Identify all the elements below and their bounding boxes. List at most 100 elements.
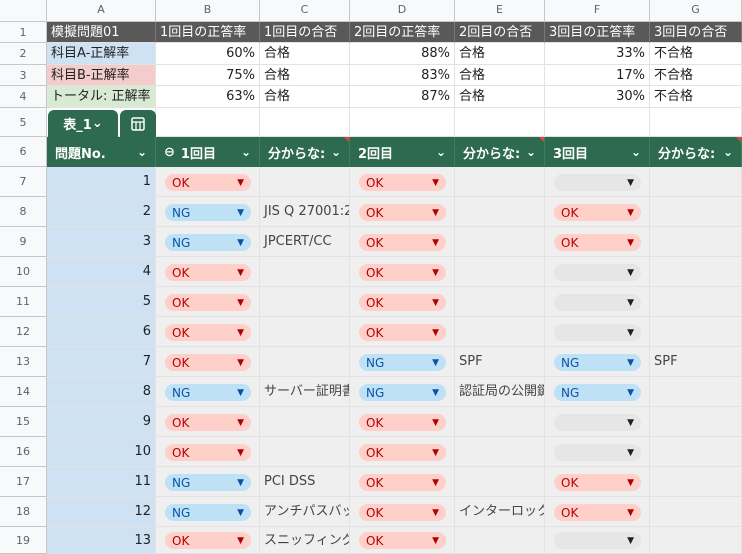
empty-cell[interactable] <box>455 108 545 137</box>
row-header-12[interactable]: 12 <box>0 317 47 347</box>
dropdown-arrow-icon[interactable]: ▼ <box>432 208 439 218</box>
dropdown-arrow-icon[interactable]: ▼ <box>627 358 634 368</box>
select-all-corner[interactable] <box>0 0 47 22</box>
result-dropdown-cell[interactable]: OK ▼ <box>350 227 455 257</box>
result-chip[interactable]: ▼ <box>554 294 641 311</box>
empty-cell[interactable] <box>260 108 350 137</box>
question-number-cell[interactable]: 10 <box>47 437 156 467</box>
summary-rate-cell[interactable]: 63% <box>156 86 260 108</box>
result-chip[interactable]: ▼ <box>554 264 641 281</box>
result-dropdown-cell[interactable]: NG ▼ <box>156 377 260 407</box>
question-number-cell[interactable]: 13 <box>47 527 156 554</box>
chevron-down-icon[interactable]: ⌄ <box>723 145 733 159</box>
empty-cell[interactable] <box>350 108 455 137</box>
result-dropdown-cell[interactable]: ▼ <box>545 527 650 554</box>
note-cell[interactable] <box>260 317 350 347</box>
result-dropdown-cell[interactable]: OK ▼ <box>350 497 455 527</box>
result-dropdown-cell[interactable]: OK ▼ <box>156 257 260 287</box>
result-dropdown-cell[interactable]: OK ▼ <box>545 227 650 257</box>
result-chip[interactable]: OK ▼ <box>165 414 251 431</box>
result-dropdown-cell[interactable]: OK ▼ <box>350 257 455 287</box>
note-cell[interactable] <box>260 437 350 467</box>
result-chip[interactable]: ▼ <box>554 532 641 549</box>
summary-header-cell[interactable]: 模擬問題01 <box>47 22 156 43</box>
result-dropdown-cell[interactable]: OK ▼ <box>545 497 650 527</box>
note-cell[interactable]: JIS Q 27001:2 <box>260 197 350 227</box>
table-tab[interactable]: 表_1 ⌄ <box>48 110 118 137</box>
result-chip[interactable]: OK ▼ <box>165 264 251 281</box>
row-header-1[interactable]: 1 <box>0 22 47 43</box>
result-dropdown-cell[interactable]: OK ▼ <box>156 437 260 467</box>
question-number-cell[interactable]: 4 <box>47 257 156 287</box>
row-header-17[interactable]: 17 <box>0 467 47 497</box>
dropdown-arrow-icon[interactable]: ▼ <box>627 178 634 188</box>
column-header-d[interactable]: D <box>350 0 455 22</box>
row-header-6[interactable]: 6 <box>0 137 47 167</box>
summary-result-cell[interactable]: 合格 <box>260 86 350 108</box>
dropdown-arrow-icon[interactable]: ▼ <box>627 298 634 308</box>
summary-result-cell[interactable]: 合格 <box>260 43 350 65</box>
note-cell[interactable] <box>455 197 545 227</box>
dropdown-arrow-icon[interactable]: ▼ <box>432 358 439 368</box>
result-chip[interactable]: NG ▼ <box>554 384 641 401</box>
summary-rate-cell[interactable]: 30% <box>545 86 650 108</box>
result-chip[interactable]: OK ▼ <box>359 324 446 341</box>
summary-header-cell[interactable]: 2回目の正答率 <box>350 22 455 43</box>
table-column-header[interactable]: ⊖ 1回目 ⌄ <box>156 137 260 167</box>
result-dropdown-cell[interactable]: ▼ <box>545 437 650 467</box>
result-chip[interactable]: OK ▼ <box>165 354 251 371</box>
result-dropdown-cell[interactable]: OK ▼ <box>545 467 650 497</box>
result-dropdown-cell[interactable]: OK ▼ <box>545 197 650 227</box>
note-cell[interactable] <box>455 467 545 497</box>
result-chip[interactable]: OK ▼ <box>359 532 446 549</box>
result-dropdown-cell[interactable]: OK ▼ <box>156 527 260 554</box>
row-header-15[interactable]: 15 <box>0 407 47 437</box>
result-chip[interactable]: NG ▼ <box>554 354 641 371</box>
result-chip[interactable]: NG ▼ <box>165 384 251 401</box>
note-cell[interactable]: JPCERT/CC <box>260 227 350 257</box>
dropdown-arrow-icon[interactable]: ▼ <box>627 508 634 518</box>
note-cell[interactable] <box>260 257 350 287</box>
summary-header-cell[interactable]: 3回目の正答率 <box>545 22 650 43</box>
result-chip[interactable]: OK ▼ <box>359 234 446 251</box>
summary-rate-cell[interactable]: 88% <box>350 43 455 65</box>
summary-label-cell[interactable]: トータル: 正解率 <box>47 86 156 108</box>
result-dropdown-cell[interactable]: NG ▼ <box>350 347 455 377</box>
dropdown-arrow-icon[interactable]: ▼ <box>432 508 439 518</box>
dropdown-arrow-icon[interactable]: ▼ <box>627 448 634 458</box>
question-number-cell[interactable]: 3 <box>47 227 156 257</box>
note-cell[interactable]: SPF <box>650 347 742 377</box>
result-chip[interactable]: OK ▼ <box>165 324 251 341</box>
row-header-5[interactable]: 5 <box>0 108 47 137</box>
row-header-7[interactable]: 7 <box>0 167 47 197</box>
result-dropdown-cell[interactable]: OK ▼ <box>156 407 260 437</box>
empty-cell[interactable] <box>650 108 742 137</box>
note-cell[interactable] <box>650 197 742 227</box>
note-cell[interactable] <box>455 167 545 197</box>
result-chip[interactable]: OK ▼ <box>165 294 251 311</box>
dropdown-arrow-icon[interactable]: ▼ <box>237 536 244 546</box>
note-cell[interactable] <box>455 287 545 317</box>
result-dropdown-cell[interactable]: ▼ <box>545 257 650 287</box>
summary-rate-cell[interactable]: 87% <box>350 86 455 108</box>
result-dropdown-cell[interactable]: OK ▼ <box>350 437 455 467</box>
dropdown-arrow-icon[interactable]: ▼ <box>237 478 244 488</box>
note-cell[interactable] <box>650 527 742 554</box>
summary-result-cell[interactable]: 合格 <box>260 65 350 86</box>
table-column-header[interactable]: 分からな: ⌄ <box>650 137 742 167</box>
result-dropdown-cell[interactable]: OK ▼ <box>350 317 455 347</box>
summary-header-cell[interactable]: 1回目の合否 <box>260 22 350 43</box>
tab-dropdown-icon[interactable]: ⌄ <box>92 116 103 131</box>
column-header-g[interactable]: G <box>650 0 742 22</box>
note-cell[interactable] <box>650 287 742 317</box>
dropdown-arrow-icon[interactable]: ▼ <box>627 208 634 218</box>
dropdown-arrow-icon[interactable]: ▼ <box>627 238 634 248</box>
dropdown-arrow-icon[interactable]: ▼ <box>432 238 439 248</box>
result-chip[interactable]: NG ▼ <box>165 474 251 491</box>
result-dropdown-cell[interactable]: NG ▼ <box>156 467 260 497</box>
note-cell[interactable] <box>650 227 742 257</box>
table-column-header[interactable]: 問題No. ⌄ <box>47 137 156 167</box>
note-cell[interactable] <box>260 347 350 377</box>
result-chip[interactable]: OK ▼ <box>165 174 251 191</box>
column-header-f[interactable]: F <box>545 0 650 22</box>
